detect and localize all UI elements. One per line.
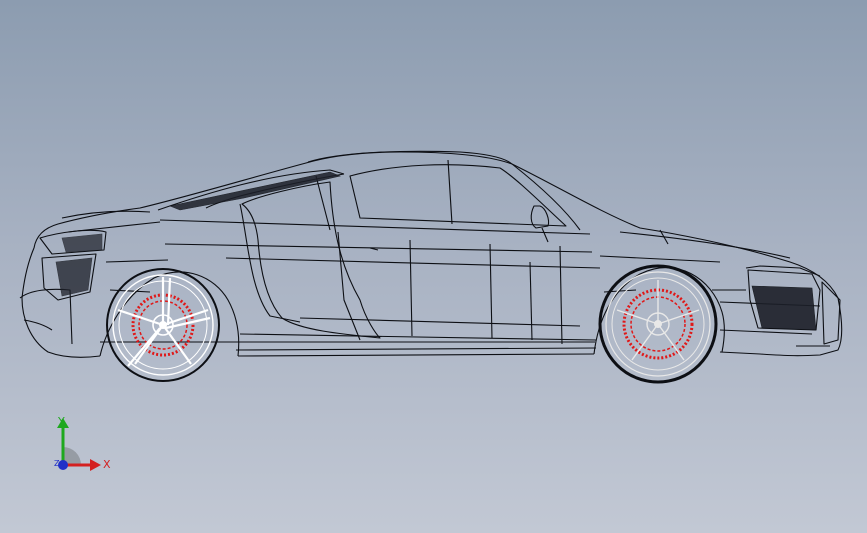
car-body-outline <box>19 150 843 358</box>
front-wheel <box>106 268 220 382</box>
car-wireframe-model[interactable] <box>0 0 867 533</box>
graphics-viewport[interactable]: Y X Z <box>0 0 867 533</box>
coordinate-triad: Y X Z <box>44 412 124 482</box>
y-axis-label: Y <box>58 415 65 428</box>
x-axis-label: X <box>103 458 111 471</box>
x-axis-arrowhead <box>90 459 101 471</box>
dark-window-hatching <box>55 171 817 331</box>
z-axis-label: Z <box>54 459 60 468</box>
rear-wheel <box>598 264 718 384</box>
triad-graphic <box>57 418 101 471</box>
z-axis-dot <box>58 460 68 470</box>
